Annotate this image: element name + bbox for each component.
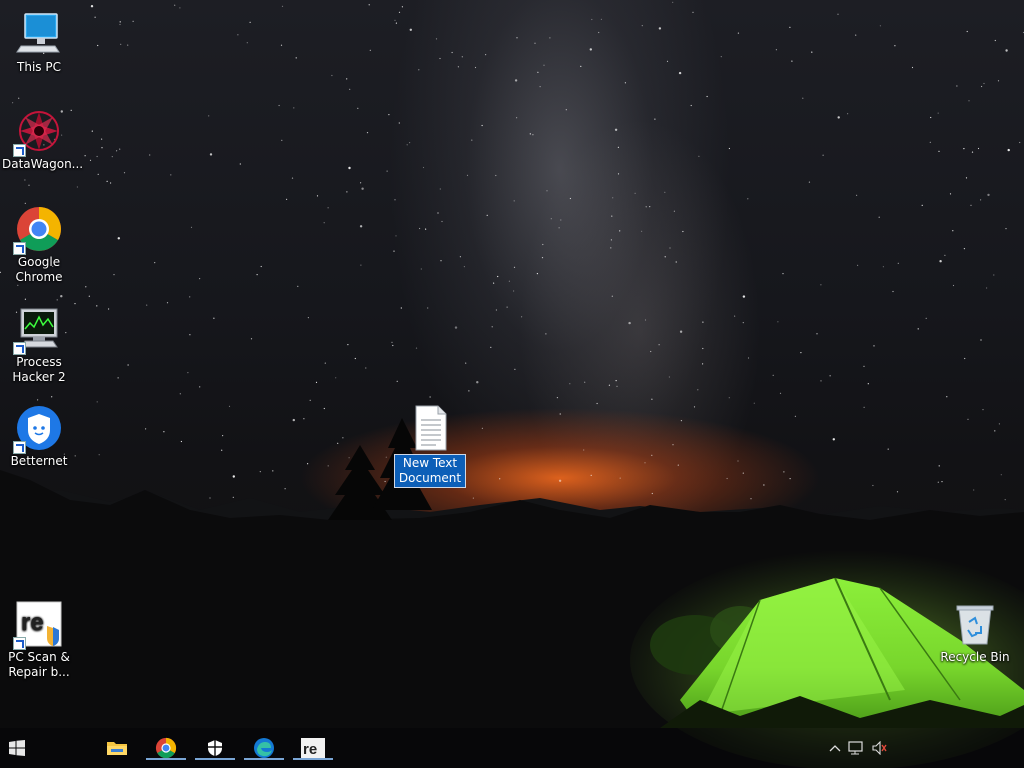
running-indicator (244, 758, 284, 760)
folder-icon (107, 742, 127, 755)
start-button[interactable] (0, 728, 34, 768)
shortcut-arrow-icon (13, 144, 26, 157)
desktop-icon-recycle-bin[interactable]: Recycle Bin (937, 600, 1013, 665)
desktop-icon-label: Google Chrome (15, 255, 63, 284)
running-indicator (293, 758, 333, 760)
tray-volume[interactable] (870, 728, 890, 768)
landscape-wallpaper (0, 418, 1024, 768)
desktop-icon-process-hacker[interactable]: Process Hacker 2 (1, 305, 77, 385)
text-file-icon (406, 404, 454, 452)
shortcut-arrow-icon (13, 441, 26, 454)
desktop-icon-datawagon[interactable]: DataWagon... (1, 107, 84, 172)
running-indicator (146, 758, 186, 760)
chevron-up-icon (829, 745, 841, 752)
running-indicator (195, 758, 235, 760)
desktop-icon-this-pc[interactable]: This PC (1, 10, 77, 75)
tray-network[interactable] (846, 728, 868, 768)
windows-logo-icon (9, 740, 25, 756)
desktop-icon-label: This PC (17, 60, 61, 74)
recycle-bin-icon (951, 600, 999, 648)
betternet-shield-icon (13, 404, 63, 454)
shield-icon (208, 740, 222, 756)
desktop-icon-pc-scan-repair[interactable]: re PC Scan & Repair b... (1, 600, 77, 680)
shortcut-arrow-icon (13, 342, 26, 355)
chrome-icon (155, 737, 177, 759)
chrome-icon (13, 205, 63, 255)
reimage-icon: re (13, 600, 63, 650)
reimage-icon: re (301, 738, 325, 758)
desktop-icon-label: PC Scan & Repair b... (8, 650, 70, 679)
desktop-icon-label: Recycle Bin (940, 650, 1010, 664)
volume-muted-icon (872, 741, 887, 755)
network-icon (848, 741, 863, 755)
taskbar: re (0, 728, 1024, 768)
datawagon-icon (13, 107, 63, 157)
tray-overflow-chevron[interactable] (826, 728, 844, 768)
desktop-icon-label: Process Hacker 2 (12, 355, 66, 384)
taskbar-chrome[interactable] (146, 728, 186, 768)
taskbar-file-explorer[interactable] (97, 728, 137, 768)
svg-text:re: re (21, 609, 44, 636)
taskbar-reimage[interactable]: re (293, 728, 333, 768)
svg-text:re: re (303, 741, 317, 758)
shortcut-arrow-icon (13, 637, 26, 650)
desktop-icon-google-chrome[interactable]: Google Chrome (1, 205, 77, 285)
taskbar-betternet[interactable] (195, 728, 235, 768)
desktop-icon-new-text-document[interactable]: New Text Document (394, 404, 466, 488)
taskbar-edge[interactable] (244, 728, 284, 768)
desktop-icon-label: Betternet (10, 454, 68, 468)
desktop-icon-betternet[interactable]: Betternet (1, 404, 77, 469)
edge-icon (254, 738, 274, 758)
desktop[interactable]: This PC DataWagon... Google Chrome Proce… (0, 0, 1024, 768)
shortcut-arrow-icon (13, 242, 26, 255)
rename-textbox[interactable]: New Text Document (394, 454, 466, 488)
computer-icon (15, 10, 63, 58)
process-hacker-icon (13, 305, 63, 355)
desktop-icon-label: DataWagon... (2, 157, 84, 171)
